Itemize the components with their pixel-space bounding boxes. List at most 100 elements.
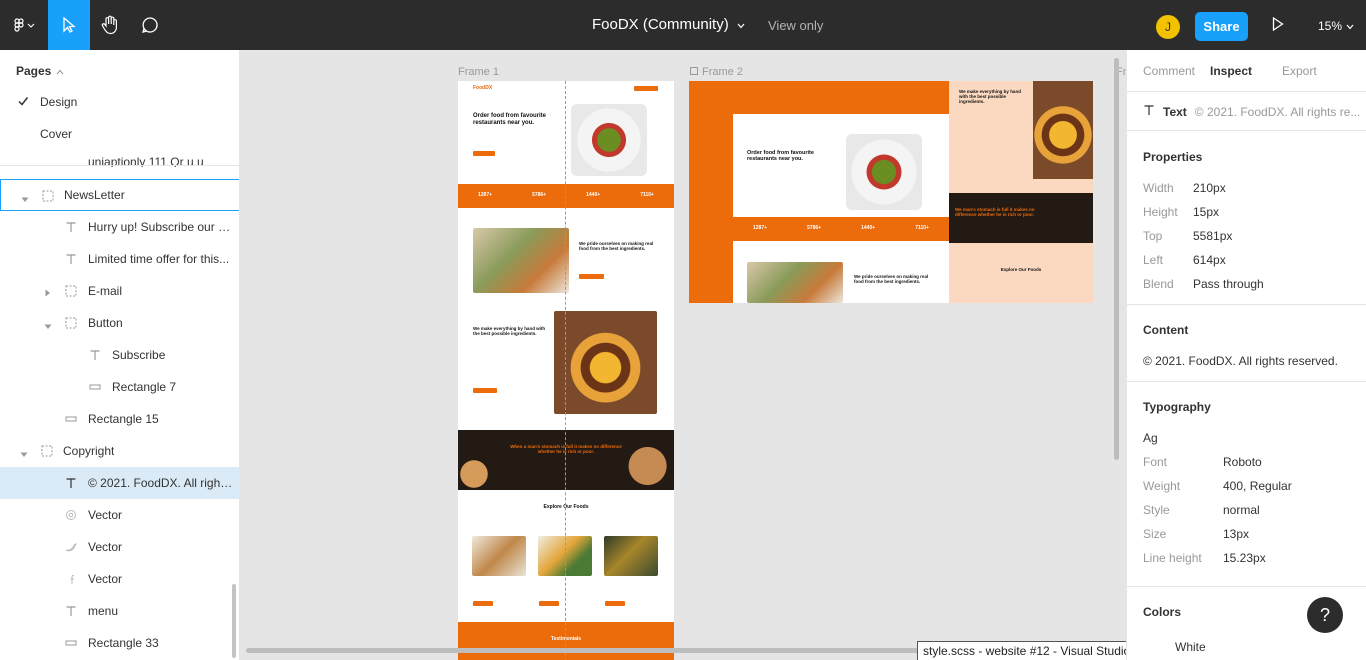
typography-value[interactable]: 15.23px: [1223, 551, 1266, 565]
layer-row[interactable]: Rectangle 7: [0, 371, 239, 403]
expanded-triangle-icon[interactable]: [20, 447, 28, 461]
colors-title: Colors: [1143, 605, 1182, 619]
layer-label: Limited time offer for this...: [88, 252, 230, 266]
tab-comment[interactable]: Comment: [1143, 64, 1195, 78]
salad-bowl-image: [571, 104, 647, 176]
layer-label: Rectangle 15: [88, 412, 159, 426]
color-name[interactable]: White: [1175, 640, 1206, 654]
vector-icon: [65, 573, 77, 585]
layer-label: Vector: [88, 572, 123, 586]
order-button: [473, 601, 493, 606]
text-icon: [1143, 104, 1155, 119]
comment-tool-button[interactable]: [130, 0, 170, 50]
frame-label[interactable]: Frame 1: [458, 66, 499, 78]
property-value[interactable]: Pass through: [1193, 277, 1264, 291]
typography-value[interactable]: Roboto: [1223, 455, 1262, 469]
frame-1-preview[interactable]: FoodDX Order food from favourite restaur…: [458, 81, 674, 660]
testimonials-title: Testimonials: [550, 636, 582, 642]
food-card-image: [604, 536, 658, 576]
pages-header[interactable]: Pages: [16, 64, 64, 78]
layer-row[interactable]: Hurry up! Subscribe our n...: [0, 211, 239, 243]
layer-row[interactable]: Rectangle 33: [0, 627, 239, 659]
frame-label[interactable]: Frame 2: [690, 66, 743, 78]
layer-row[interactable]: Limited time offer for this...: [0, 243, 239, 275]
tab-export[interactable]: Export: [1282, 64, 1317, 78]
explore-title: Explore Our Foods: [1000, 267, 1042, 272]
layer-row[interactable]: Vector: [0, 531, 239, 563]
about-button: [579, 274, 604, 279]
move-tool-button[interactable]: [48, 0, 90, 50]
layer-label: Button: [88, 316, 123, 330]
page-item-cover[interactable]: Cover: [0, 118, 239, 150]
layer-label: Rectangle 33: [88, 636, 159, 650]
typography-value[interactable]: 400, Regular: [1223, 479, 1292, 493]
property-value[interactable]: 210px: [1193, 181, 1226, 195]
burger-image: [1033, 81, 1093, 179]
layers-scrollbar[interactable]: [232, 584, 236, 658]
text-icon: [65, 253, 77, 265]
typography-value[interactable]: 13px: [1223, 527, 1249, 541]
testimonials-section: Testimonials: [458, 622, 674, 660]
layer-row[interactable]: menu: [0, 595, 239, 627]
page-item-label: Cover: [40, 127, 73, 141]
taskbar-tooltip: style.scss - website #12 - Visual Studio…: [917, 641, 1126, 660]
typography-key: Size: [1143, 527, 1167, 541]
vertical-scrollbar[interactable]: [1114, 58, 1119, 460]
divider: [1127, 586, 1366, 587]
property-key: Width: [1143, 181, 1174, 195]
property-value[interactable]: 614px: [1193, 253, 1226, 267]
tab-inspect[interactable]: Inspect: [1210, 64, 1252, 78]
cursor-arrow-icon: [62, 17, 76, 33]
layer-row[interactable]: Vector: [0, 563, 239, 595]
main-menu-button[interactable]: [0, 0, 48, 50]
layer-row[interactable]: E-mail: [0, 275, 239, 307]
layer-type: Text: [1163, 104, 1187, 119]
property-value[interactable]: 5581px: [1193, 229, 1232, 243]
about2-title: We make everything by hand with the best…: [473, 326, 546, 337]
layer-row[interactable]: Copyright: [0, 435, 239, 467]
frame-2-preview[interactable]: Order food from favourite restaurants ne…: [689, 81, 1093, 303]
help-button[interactable]: ?: [1307, 597, 1343, 633]
typography-key: Weight: [1143, 479, 1181, 493]
site-logo: FoodDX: [473, 85, 493, 91]
share-button[interactable]: Share: [1195, 12, 1248, 41]
content-value[interactable]: © 2021. FoodDX. All rights reserved.: [1143, 354, 1338, 368]
expanded-triangle-icon[interactable]: [21, 192, 29, 206]
frame-icon: [690, 66, 698, 78]
layer-label: Subscribe: [112, 348, 166, 362]
typography-key: Style: [1143, 503, 1170, 517]
about-title: We pride ourselves on making real food f…: [854, 274, 929, 285]
document-title[interactable]: FooDX (Community): [592, 16, 745, 33]
figma-logo-icon: [13, 18, 35, 32]
typography-value[interactable]: normal: [1223, 503, 1260, 517]
selected-layer-header: Text © 2021. FoodDX. All rights re...: [1143, 104, 1360, 119]
hand-tool-button[interactable]: [90, 0, 130, 50]
collapsed-triangle-icon[interactable]: [45, 286, 51, 300]
layer-row[interactable]: Subscribe: [0, 339, 239, 371]
content-title: Content: [1143, 323, 1189, 337]
food-plates-image: [747, 262, 843, 303]
property-key: Blend: [1143, 277, 1174, 291]
layer-row[interactable]: Vector: [0, 499, 239, 531]
layer-row[interactable]: NewsLetter: [0, 179, 239, 211]
canvas[interactable]: Frame 1 Frame 2 Fr FoodDX Order food fro…: [240, 50, 1126, 660]
layer-row-selected[interactable]: © 2021. FoodDX. All right...: [0, 467, 239, 499]
property-key: Height: [1143, 205, 1178, 219]
property-value[interactable]: 15px: [1193, 205, 1219, 219]
burger-image: [554, 311, 657, 414]
layer-row[interactable]: Rectangle 15: [0, 403, 239, 435]
page-item-design[interactable]: Design: [0, 86, 239, 118]
layer-row[interactable]: Button: [0, 307, 239, 339]
divider: [1127, 130, 1366, 131]
expanded-triangle-icon[interactable]: [44, 319, 52, 333]
chevron-down-icon: [1346, 19, 1354, 33]
nested-page-preview: Order food from favourite restaurants ne…: [733, 114, 949, 303]
hand-icon: [101, 15, 119, 35]
present-button[interactable]: [1272, 16, 1284, 34]
horizontal-scrollbar[interactable]: [246, 648, 920, 653]
zoom-dropdown[interactable]: 15%: [1318, 19, 1354, 33]
stats-bar: 1287+ 5786+ 1440+ 7110+: [458, 184, 674, 208]
properties-title: Properties: [1143, 150, 1203, 164]
divider: [0, 165, 239, 166]
avatar[interactable]: J: [1156, 15, 1180, 39]
